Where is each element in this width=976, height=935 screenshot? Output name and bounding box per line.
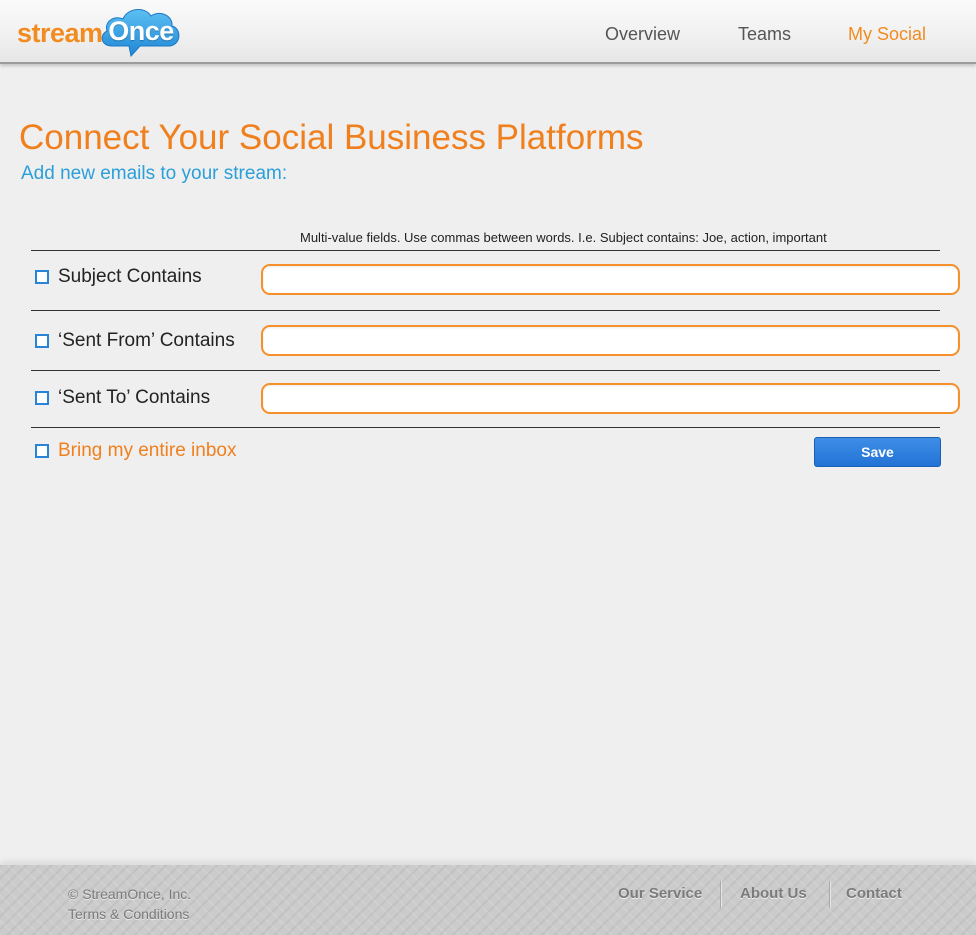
nav-overview[interactable]: Overview [605,24,680,45]
nav-my-social[interactable]: My Social [848,24,926,45]
subject-contains-label: Subject Contains [58,266,202,287]
footer-link-about-us[interactable]: About Us [740,885,807,902]
page-subtitle: Add new emails to your stream: [21,163,288,184]
top-header: stream Once Overview Teams My Social [0,0,976,64]
bring-inbox-label[interactable]: Bring my entire inbox [58,440,236,462]
multi-value-hint: Multi-value fields. Use commas between w… [300,230,827,245]
sent-from-contains-label: ‘Sent From’ Contains [58,330,235,351]
page-title: Connect Your Social Business Platforms [19,118,644,157]
divider [31,427,940,428]
footer: © StreamOnce, Inc. Terms & Conditions Ou… [0,865,976,935]
logo-stream-text: stream [17,18,103,48]
subject-contains-checkbox[interactable] [35,270,49,284]
footer-separator [829,881,830,908]
streamonce-logo[interactable]: stream Once [17,4,187,60]
footer-separator [720,881,721,908]
sent-to-contains-label: ‘Sent To’ Contains [58,387,211,408]
save-button[interactable]: Save [814,437,941,467]
logo-once-text: Once [108,16,174,46]
footer-link-contact[interactable]: Contact [846,885,902,902]
sent-to-contains-input[interactable] [261,383,960,414]
terms-link[interactable]: Terms & Conditions [68,906,189,922]
sent-from-contains-checkbox[interactable] [35,334,49,348]
nav-teams[interactable]: Teams [738,24,791,45]
bring-inbox-checkbox[interactable] [35,444,49,458]
sent-from-contains-input[interactable] [261,325,960,356]
divider [31,310,940,311]
copyright-text: © StreamOnce, Inc. [68,886,192,902]
footer-link-our-service[interactable]: Our Service [618,885,702,902]
sent-to-contains-checkbox[interactable] [35,391,49,405]
divider [31,370,940,371]
subject-contains-input[interactable] [261,264,960,295]
divider [31,250,940,251]
